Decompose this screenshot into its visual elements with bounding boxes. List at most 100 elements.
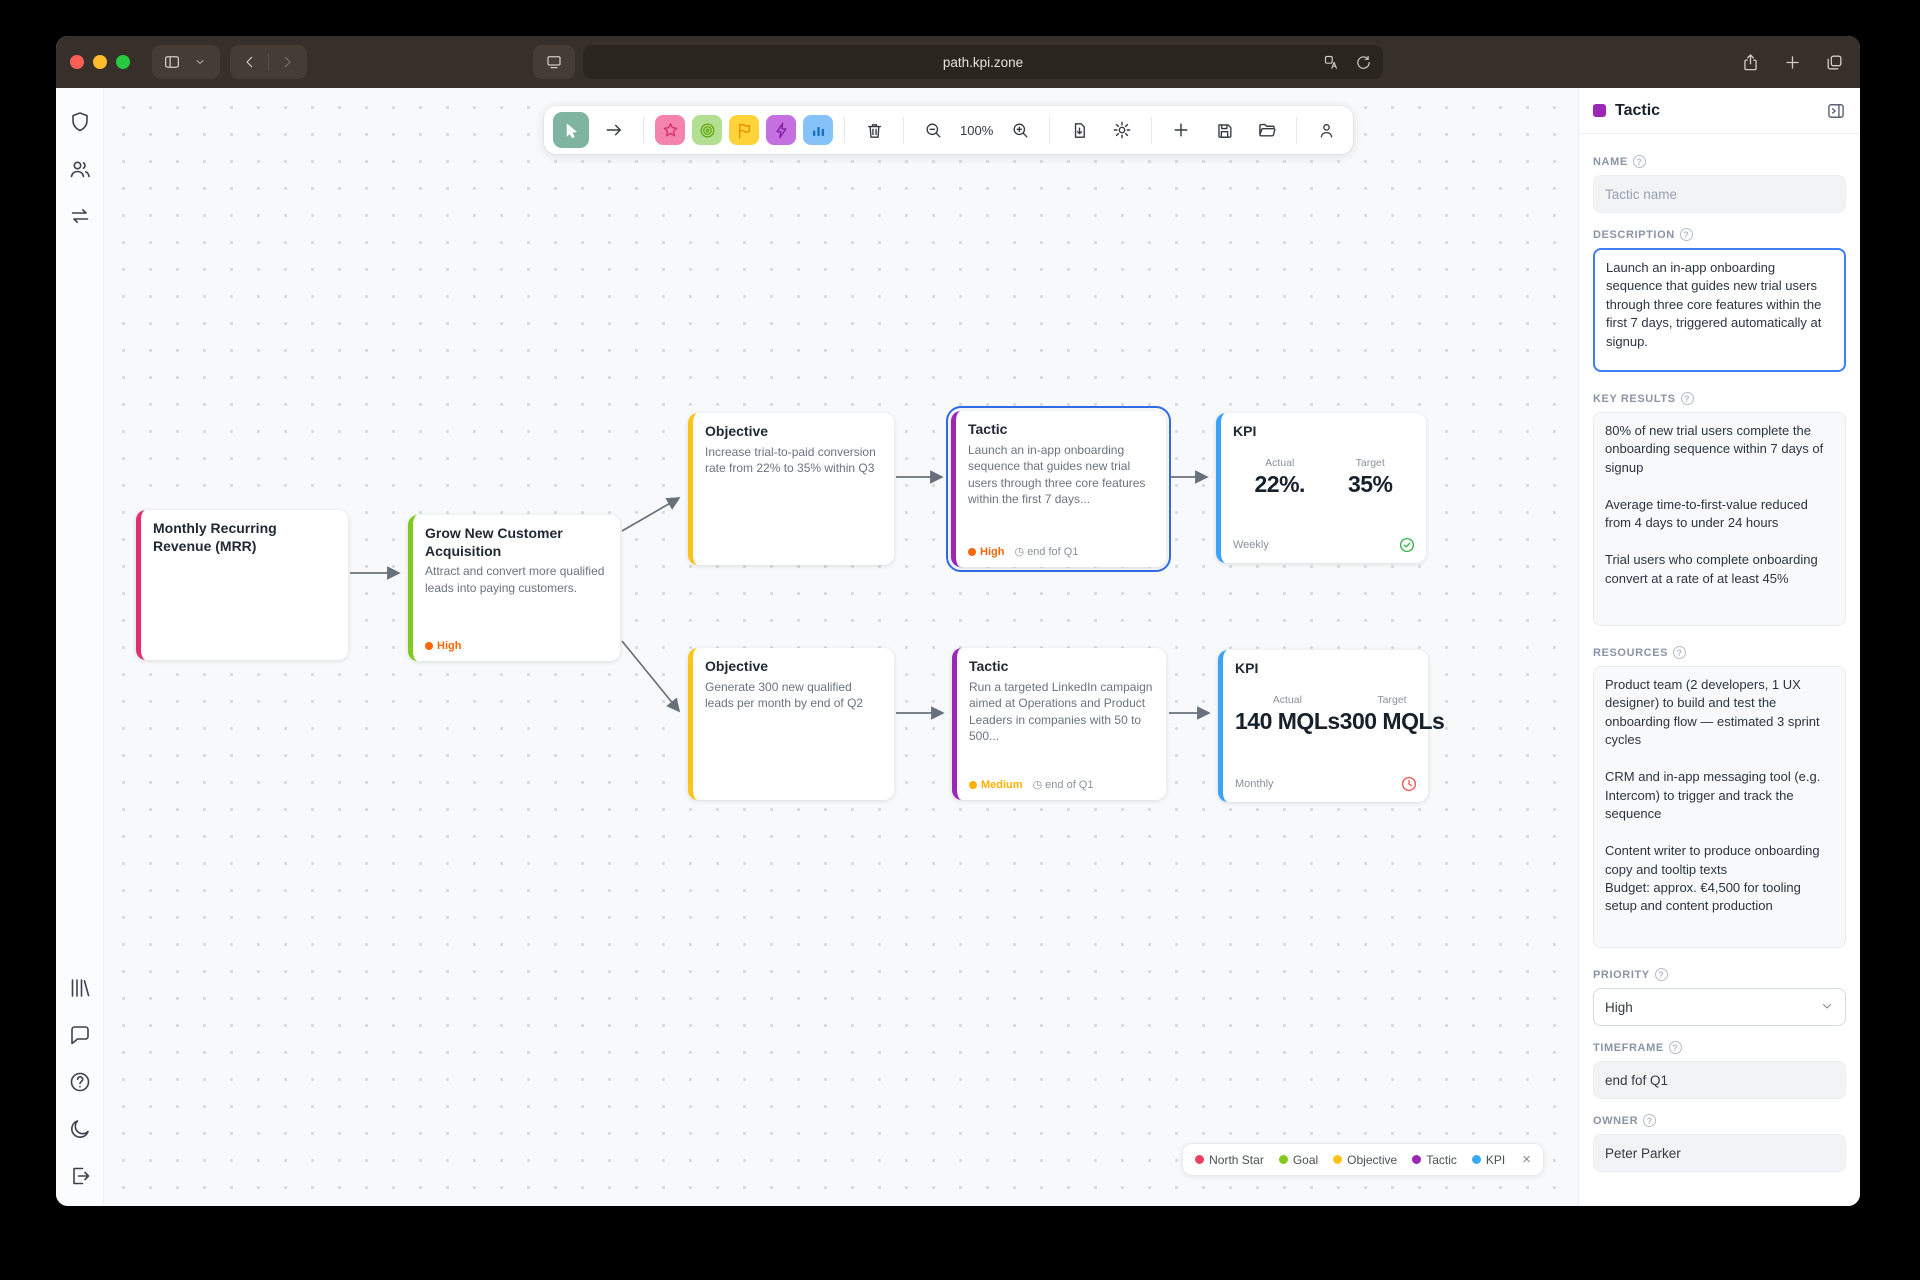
kpi-shape-button[interactable]	[803, 115, 833, 145]
connector-tool-button[interactable]	[596, 112, 632, 148]
timeframe-badge: ◷end fof Q1	[1014, 545, 1078, 558]
flow-canvas[interactable]: 100%	[104, 88, 1578, 1206]
share-icon[interactable]	[1740, 52, 1760, 72]
toolbar-divider	[643, 117, 644, 143]
canvas-toolbar: 100%	[544, 106, 1353, 154]
toolbar-divider	[903, 117, 904, 143]
name-input[interactable]	[1593, 175, 1846, 213]
owner-label: Owner?	[1593, 1114, 1846, 1127]
node-tactic-1[interactable]: Tactic Launch an in-app onboarding seque…	[951, 411, 1166, 567]
close-window-button[interactable]	[70, 55, 84, 69]
cursor-tool-button[interactable]	[553, 112, 589, 148]
translate-icon[interactable]	[1321, 52, 1341, 72]
cadence-label: Weekly	[1233, 539, 1269, 551]
description-label: Description?	[1593, 228, 1846, 241]
save-button[interactable]	[1206, 112, 1242, 148]
help-icon[interactable]: ?	[1669, 1041, 1682, 1054]
moon-icon[interactable]	[68, 1117, 92, 1141]
objective-shape-button[interactable]	[729, 115, 759, 145]
url-text: path.kpi.zone	[943, 55, 1023, 70]
logout-icon[interactable]	[68, 1164, 92, 1188]
node-description: Run a targeted LinkedIn campaign aimed a…	[969, 679, 1154, 745]
help-icon[interactable]: ?	[1681, 392, 1694, 405]
actual-label: Actual	[1235, 694, 1340, 706]
chat-icon[interactable]	[68, 1023, 92, 1047]
node-goal[interactable]: Grow New Customer Acquisition Attract an…	[408, 515, 620, 661]
node-tactic-2[interactable]: Tactic Run a targeted LinkedIn campaign …	[952, 648, 1166, 800]
export-button[interactable]	[1061, 112, 1097, 148]
node-objective-1[interactable]: Objective Increase trial-to-paid convers…	[688, 413, 894, 565]
nav-divider	[268, 53, 269, 71]
key-results-textarea[interactable]: 80% of new trial users complete the onbo…	[1593, 412, 1846, 626]
file-download-icon	[1070, 121, 1089, 140]
actual-value: 22%.	[1255, 471, 1305, 498]
help-icon[interactable]: ?	[1643, 1114, 1656, 1127]
forward-icon[interactable]	[277, 52, 297, 72]
legend-dot	[1472, 1155, 1481, 1164]
toolbar-divider	[1049, 117, 1050, 143]
legend-item-north-star: North Star	[1195, 1153, 1264, 1167]
north-star-shape-button[interactable]	[655, 115, 685, 145]
help-icon[interactable]: ?	[1633, 155, 1646, 168]
library-icon[interactable]	[68, 976, 92, 1000]
help-icon[interactable]: ?	[1673, 646, 1686, 659]
gear-icon	[1112, 120, 1132, 140]
collapse-panel-icon[interactable]	[1826, 101, 1846, 121]
help-icon[interactable]: ?	[1655, 968, 1668, 981]
node-title: Tactic	[968, 421, 1154, 439]
detail-panel: Tactic Name? Description? Launch an in-a…	[1578, 88, 1860, 1206]
node-description: Attract and convert more qualified leads…	[425, 563, 608, 596]
toolbar-divider	[844, 117, 845, 143]
node-kpi-1[interactable]: KPI Actual 22%. Target 35% Weekly	[1216, 413, 1426, 563]
help-icon[interactable]	[68, 1070, 92, 1094]
owner-input[interactable]	[1593, 1134, 1846, 1172]
settings-button[interactable]	[1104, 112, 1140, 148]
page-format-button[interactable]	[533, 45, 575, 79]
back-icon[interactable]	[240, 52, 260, 72]
description-textarea[interactable]: Launch an in-app onboarding sequence tha…	[1593, 248, 1846, 372]
sidebar-toggle-button[interactable]	[152, 45, 220, 79]
add-button[interactable]	[1163, 112, 1199, 148]
reload-icon[interactable]	[1353, 52, 1373, 72]
cadence-label: Monthly	[1235, 778, 1274, 790]
users-icon[interactable]	[68, 157, 92, 181]
browser-window: path.kpi.zone	[56, 36, 1860, 1206]
open-button[interactable]	[1249, 112, 1285, 148]
toolbar-divider	[1151, 117, 1152, 143]
zoom-out-button[interactable]	[915, 112, 951, 148]
priority-select[interactable]: High	[1593, 988, 1846, 1026]
tactic-shape-button[interactable]	[766, 115, 796, 145]
node-description: Increase trial-to-paid conversion rate f…	[705, 444, 882, 477]
priority-dot	[969, 781, 977, 789]
help-icon[interactable]: ?	[1680, 228, 1693, 241]
tabs-icon[interactable]	[1824, 52, 1844, 72]
legend-dot	[1279, 1155, 1288, 1164]
delete-button[interactable]	[856, 112, 892, 148]
flag-icon	[735, 121, 754, 140]
account-button[interactable]	[1308, 112, 1344, 148]
bar-chart-icon	[809, 121, 828, 140]
new-tab-icon[interactable]	[1782, 52, 1802, 72]
folder-icon	[1257, 120, 1277, 140]
person-icon	[1317, 121, 1336, 140]
chevron-down-icon	[1820, 999, 1834, 1016]
node-north-star[interactable]: Monthly Recurring Revenue (MRR)	[136, 510, 348, 660]
zoom-in-button[interactable]	[1002, 112, 1038, 148]
legend-dot	[1333, 1155, 1342, 1164]
node-kpi-2[interactable]: KPI Actual 140 MQLs Target 300 MQLs Mont…	[1218, 650, 1428, 802]
resources-label: Resources?	[1593, 646, 1846, 659]
resources-textarea[interactable]: Product team (2 developers, 1 UX designe…	[1593, 666, 1846, 948]
shield-icon[interactable]	[68, 110, 92, 134]
address-bar[interactable]: path.kpi.zone	[583, 45, 1383, 79]
minimize-window-button[interactable]	[93, 55, 107, 69]
actual-label: Actual	[1255, 457, 1305, 469]
node-objective-2[interactable]: Objective Generate 300 new qualified lea…	[688, 648, 894, 800]
goal-shape-button[interactable]	[692, 115, 722, 145]
priority-badge: High	[425, 640, 461, 652]
priority-dot	[425, 642, 433, 650]
sidebar-icon	[162, 52, 182, 72]
timeframe-input[interactable]	[1593, 1061, 1846, 1099]
sync-icon[interactable]	[68, 204, 92, 228]
zoom-window-button[interactable]	[116, 55, 130, 69]
legend-close-button[interactable]: ×	[1522, 1151, 1531, 1168]
